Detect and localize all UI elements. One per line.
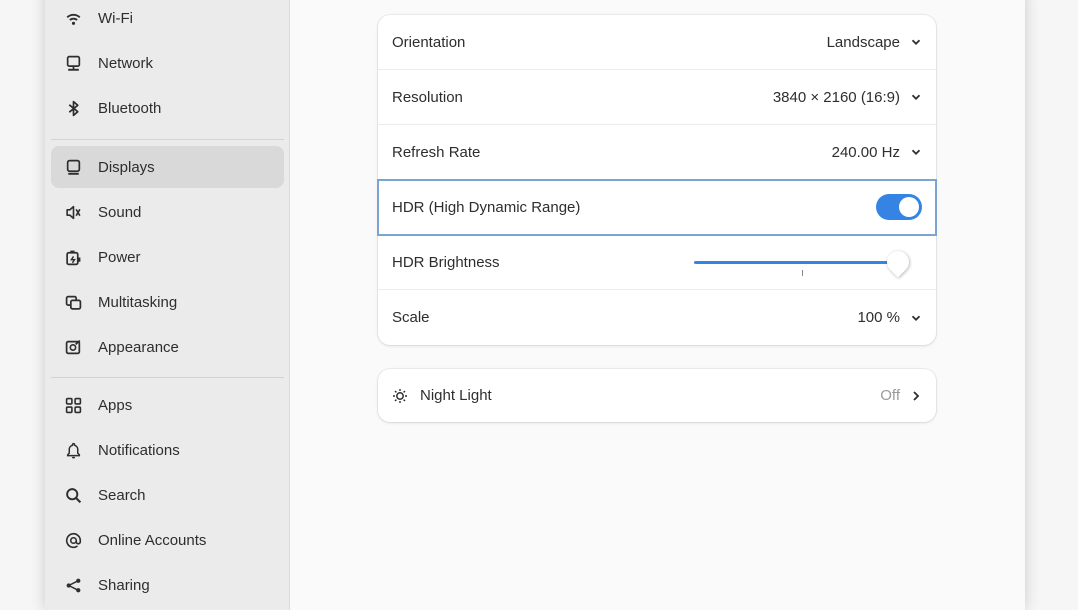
hdr-brightness-slider[interactable]	[694, 235, 914, 290]
sidebar-item-label: Notifications	[98, 441, 180, 459]
orientation-row[interactable]: Orientation Landscape	[378, 15, 936, 70]
chevron-down-icon[interactable]	[910, 91, 922, 103]
sidebar-item-label: Bluetooth	[98, 99, 162, 117]
sidebar-item-label: Appearance	[98, 338, 179, 356]
sidebar-item-wifi[interactable]: Wi-Fi	[51, 0, 284, 39]
power-icon	[64, 248, 82, 266]
sidebar-item-search[interactable]: Search	[51, 474, 284, 516]
sidebar-item-apps[interactable]: Apps	[51, 384, 284, 426]
displays-content: Orientation Landscape Resolution 3840 × …	[291, 0, 1025, 610]
refresh-rate-value: 240.00 Hz	[831, 143, 900, 161]
slider-tick-mark	[802, 270, 803, 276]
network-icon	[64, 54, 82, 72]
sidebar-separator	[51, 139, 284, 140]
scale-label: Scale	[392, 309, 430, 326]
sidebar-item-sharing[interactable]: Sharing	[51, 564, 284, 606]
display-icon	[64, 158, 82, 176]
resolution-row[interactable]: Resolution 3840 × 2160 (16:9)	[378, 70, 936, 125]
chevron-right-icon[interactable]	[910, 390, 922, 402]
toggle-knob	[899, 197, 919, 217]
night-light-label: Night Light	[420, 387, 492, 404]
bluetooth-icon	[64, 99, 82, 117]
orientation-label: Orientation	[392, 33, 466, 51]
scale-value: 100 %	[857, 309, 900, 326]
sidebar-item-bluetooth[interactable]: Bluetooth	[51, 87, 284, 129]
hdr-label: HDR (High Dynamic Range)	[392, 198, 581, 216]
hdr-row[interactable]: HDR (High Dynamic Range)	[377, 179, 937, 236]
resolution-value: 3840 × 2160 (16:9)	[772, 88, 900, 106]
night-light-row[interactable]: Night Light Off	[378, 369, 936, 422]
sidebar-item-label: Sound	[98, 203, 142, 221]
resolution-label: Resolution	[392, 88, 463, 106]
share-icon	[64, 576, 82, 594]
chevron-down-icon[interactable]	[910, 312, 922, 324]
display-settings-card: Orientation Landscape Resolution 3840 × …	[377, 15, 937, 345]
settings-window: Wi-Fi Network Bluetooth Displays Sound P…	[45, 0, 1025, 610]
sidebar-item-notifications[interactable]: Notifications	[51, 429, 284, 471]
sidebar-item-label: Network	[98, 54, 154, 72]
sidebar-item-label: Power	[98, 248, 141, 266]
sidebar-separator	[51, 377, 284, 378]
appearance-icon	[64, 338, 82, 356]
night-light-card: Night Light Off	[378, 369, 936, 422]
sound-icon	[64, 203, 82, 221]
sidebar-item-multitasking[interactable]: Multitasking	[51, 281, 284, 323]
night-light-value: Off	[880, 387, 900, 404]
search-icon	[64, 486, 82, 504]
hdr-brightness-row: HDR Brightness	[378, 235, 936, 290]
apps-icon	[64, 396, 82, 414]
sidebar-item-label: Apps	[98, 396, 133, 414]
refresh-rate-row[interactable]: Refresh Rate 240.00 Hz	[378, 125, 936, 180]
sidebar-item-label: Search	[98, 486, 146, 504]
sun-icon	[392, 387, 410, 405]
bell-icon	[64, 441, 82, 459]
sidebar-item-displays[interactable]: Displays	[51, 146, 284, 188]
orientation-value: Landscape	[826, 33, 900, 51]
sidebar-item-network[interactable]: Network	[51, 42, 284, 84]
sidebar-item-label: Sharing	[98, 576, 150, 594]
sidebar: Wi-Fi Network Bluetooth Displays Sound P…	[45, 0, 290, 610]
sidebar-item-online-accounts[interactable]: Online Accounts	[51, 519, 284, 561]
scale-row[interactable]: Scale 100 %	[378, 290, 936, 345]
sidebar-item-appearance[interactable]: Appearance	[51, 326, 284, 368]
sidebar-item-sound[interactable]: Sound	[51, 191, 284, 233]
chevron-down-icon[interactable]	[910, 146, 922, 158]
wifi-icon	[64, 9, 82, 27]
at-icon	[64, 531, 82, 549]
sidebar-item-label: Displays	[98, 158, 155, 176]
sidebar-item-label: Multitasking	[98, 293, 178, 311]
slider-thumb[interactable]	[882, 246, 914, 278]
sidebar-item-label: Online Accounts	[98, 531, 207, 549]
sidebar-item-label: Wi-Fi	[98, 9, 133, 27]
refresh-rate-label: Refresh Rate	[392, 143, 481, 161]
hdr-toggle[interactable]	[876, 194, 922, 220]
multitasking-icon	[64, 293, 82, 311]
sidebar-item-power[interactable]: Power	[51, 236, 284, 278]
slider-track	[694, 261, 908, 264]
chevron-down-icon[interactable]	[910, 36, 922, 48]
